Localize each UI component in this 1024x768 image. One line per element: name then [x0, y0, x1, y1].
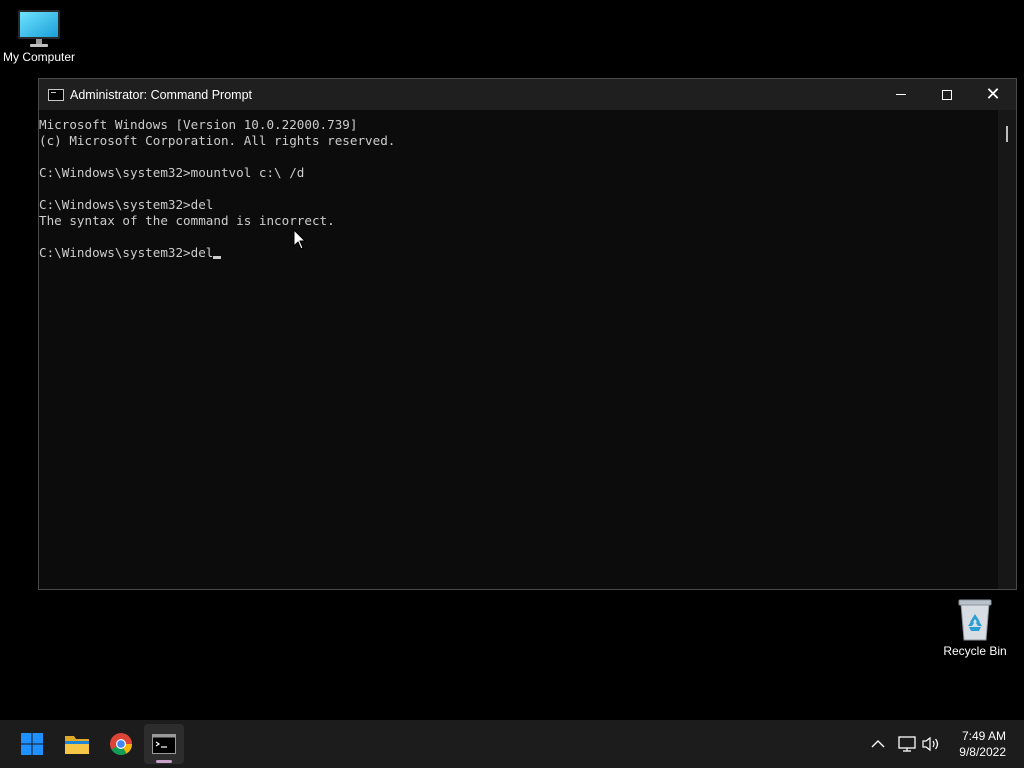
console-line: (c) Microsoft Corporation. All rights re…	[39, 133, 396, 148]
taskbar-chrome[interactable]	[101, 724, 141, 764]
taskbar-command-prompt[interactable]	[144, 724, 184, 764]
console-prompt-line[interactable]: C:\Windows\system32>del	[39, 245, 998, 261]
window-titlebar[interactable]: Administrator: Command Prompt ✕	[39, 79, 1016, 110]
vertical-scrollbar[interactable]	[998, 110, 1016, 589]
desktop-icon-recycle-bin[interactable]: Recycle Bin	[933, 596, 1017, 658]
taskbar-clock[interactable]: 7:49 AM 9/8/2022	[959, 728, 1006, 760]
clock-date: 9/8/2022	[959, 745, 1006, 759]
recycle-bin-icon	[958, 599, 992, 641]
close-button[interactable]: ✕	[970, 79, 1016, 110]
minimize-icon	[896, 94, 906, 95]
minimize-button[interactable]	[878, 79, 924, 110]
volume-button[interactable]	[919, 720, 943, 768]
maximize-icon	[942, 89, 952, 100]
desktop-icon-my-computer[interactable]: My Computer	[0, 8, 81, 64]
file-explorer-icon	[65, 736, 89, 754]
command-prompt-icon	[152, 734, 176, 754]
console-line: The syntax of the command is incorrect.	[39, 213, 335, 228]
show-hidden-icons-button[interactable]	[866, 720, 890, 768]
monitor-icon	[18, 10, 60, 47]
desktop-icon-label: My Computer	[2, 50, 76, 64]
desktop-icon-label: Recycle Bin	[943, 644, 1007, 658]
console-line: Microsoft Windows [Version 10.0.22000.73…	[39, 117, 358, 132]
console-line: C:\Windows\system32>mountvol c:\ /d	[39, 165, 305, 180]
command-prompt-window[interactable]: Administrator: Command Prompt ✕ Microsof…	[38, 78, 1017, 590]
command-prompt-icon	[48, 88, 64, 101]
start-icon	[21, 733, 43, 755]
text-cursor	[213, 256, 222, 259]
start-button[interactable]	[12, 724, 52, 764]
volume-icon	[922, 736, 939, 752]
mouse-pointer-icon	[293, 229, 307, 250]
scrollbar-thumb[interactable]	[1006, 126, 1008, 142]
network-icon	[898, 736, 916, 752]
close-icon: ✕	[985, 84, 1001, 105]
window-title: Administrator: Command Prompt	[70, 87, 253, 102]
taskbar-file-explorer[interactable]	[57, 724, 97, 764]
console-output[interactable]: Microsoft Windows [Version 10.0.22000.73…	[39, 110, 998, 589]
network-button[interactable]	[895, 720, 919, 768]
console-current-input: C:\Windows\system32>del	[39, 245, 214, 260]
chevron-up-icon	[871, 740, 885, 748]
maximize-button[interactable]	[924, 79, 970, 110]
taskbar: 7:49 AM 9/8/2022	[0, 720, 1024, 768]
clock-time: 7:49 AM	[961, 729, 1006, 743]
chrome-icon	[110, 733, 132, 755]
console-line: C:\Windows\system32>del	[39, 197, 214, 212]
